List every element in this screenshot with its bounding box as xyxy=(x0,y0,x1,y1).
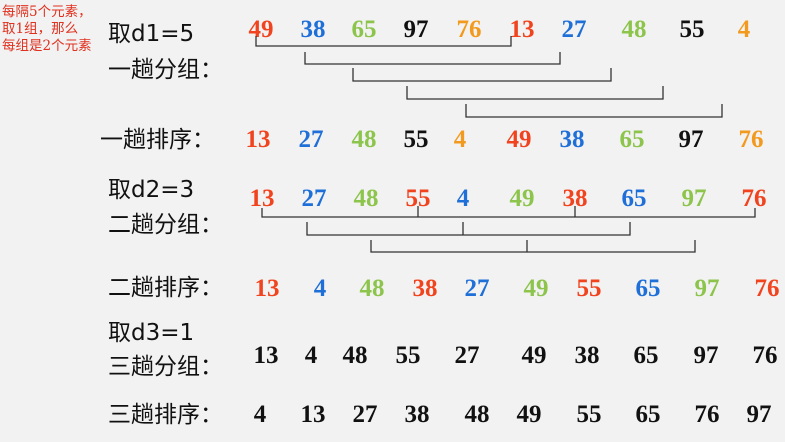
pass2-group-bracket xyxy=(306,222,631,236)
pass1-group-bracket xyxy=(255,36,512,47)
pass2-group-bracket xyxy=(261,208,756,218)
pass1-group-bracket xyxy=(465,104,723,118)
pass2-group-bracket xyxy=(370,240,696,253)
pass1-group-bracket xyxy=(304,52,561,65)
grouping-brackets xyxy=(255,36,756,253)
pass1-group-bracket xyxy=(352,68,612,82)
pass1-group-bracket xyxy=(406,86,664,100)
